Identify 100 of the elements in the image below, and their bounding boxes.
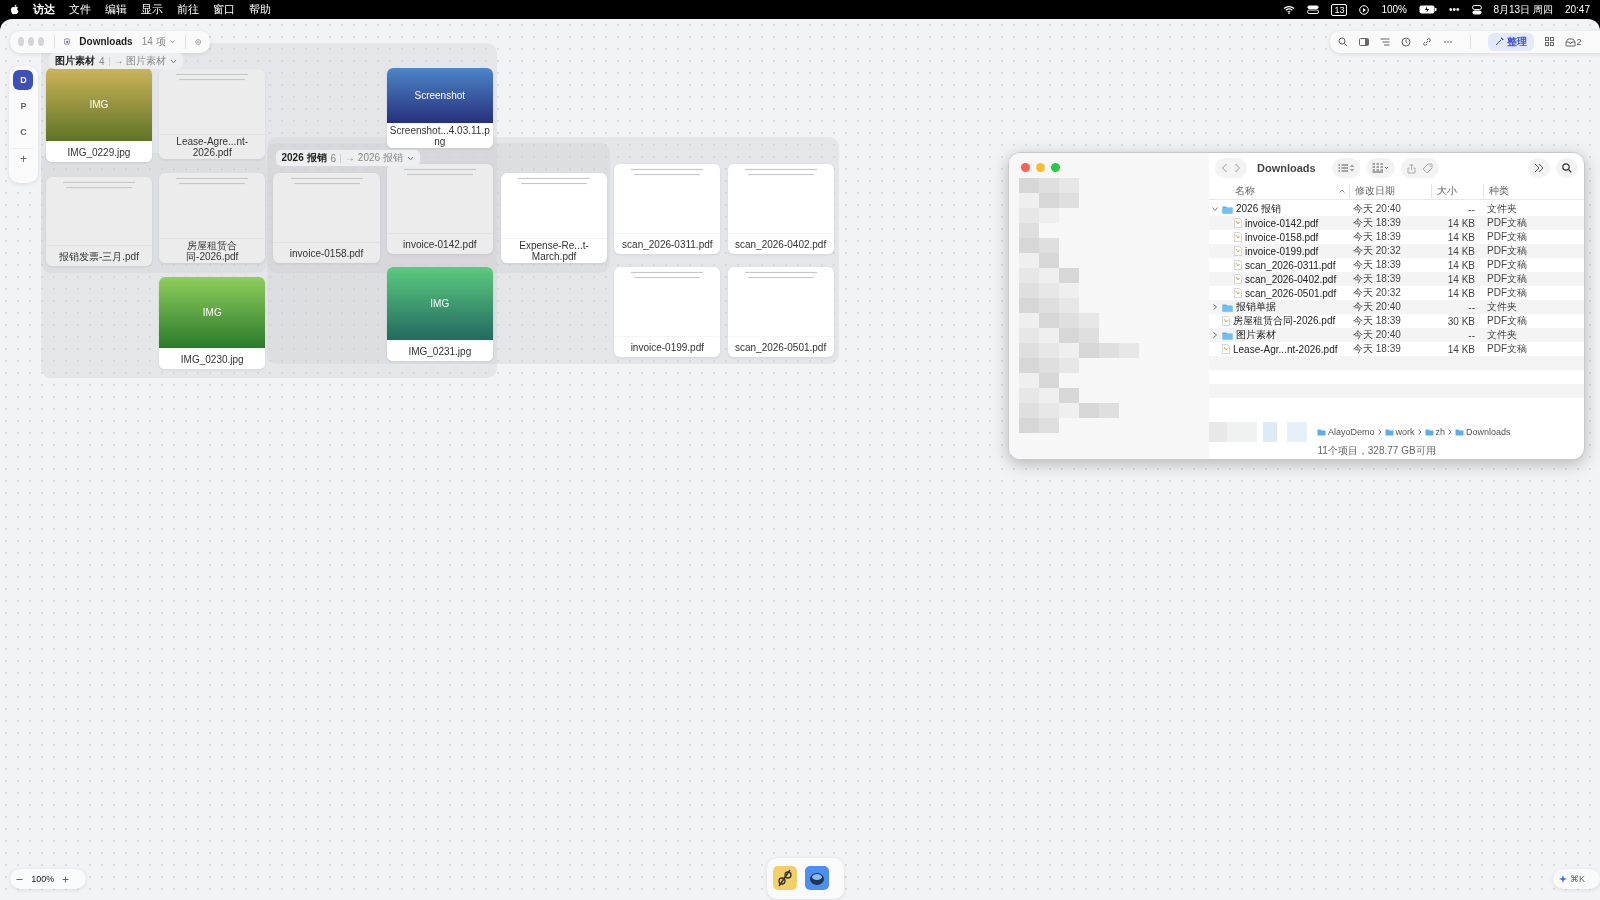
grid-icon: [1371, 163, 1389, 173]
group-count: 6: [330, 152, 337, 164]
file-row[interactable]: 房屋租赁合同-2026.pdf 今天 18:39 30 KB PDF文稿: [1209, 314, 1584, 328]
file-card[interactable]: invoice-0199.pdf: [614, 267, 721, 358]
workspace-tab[interactable]: C: [13, 122, 34, 143]
menu-item[interactable]: 前往: [177, 2, 199, 17]
document-icon: [1234, 274, 1242, 284]
file-card[interactable]: IMG IMG_0230.jpg: [159, 276, 266, 370]
file-card[interactable]: IMG IMG_0231.jpg: [386, 267, 493, 362]
file-name: invoice-0158.pdf: [273, 242, 380, 264]
chevron-down-icon[interactable]: [169, 39, 175, 45]
column-header[interactable]: 修改日期: [1349, 184, 1431, 198]
file-row[interactable]: 图片素材 今天 20:40 -- 文件夹: [1209, 328, 1584, 342]
inbox-button[interactable]: 2: [1564, 36, 1582, 47]
tray-icon: [1564, 36, 1576, 47]
file-row[interactable]: 报销单据 今天 20:40 -- 文件夹: [1209, 300, 1584, 314]
menu-clock[interactable]: 20:47: [1564, 4, 1590, 15]
organize-button[interactable]: 整理: [1487, 32, 1534, 51]
file-row[interactable]: 2026 报销 今天 20:40 -- 文件夹: [1209, 202, 1584, 216]
menu-item[interactable]: 窗口: [213, 2, 235, 17]
link-icon[interactable]: [1421, 36, 1432, 47]
file-card[interactable]: invoice-0142.pdf: [386, 164, 493, 255]
file-name: scan_2026-0311.pdf: [1245, 259, 1336, 271]
ai-shortcut[interactable]: ⌘K: [1553, 869, 1600, 889]
share-icon[interactable]: [1406, 162, 1416, 174]
path-item[interactable]: zh: [1424, 427, 1446, 437]
menu-item[interactable]: 显示: [141, 2, 163, 17]
file-card[interactable]: invoice-0158.pdf: [273, 173, 380, 264]
path-item[interactable]: Downloads: [1455, 427, 1511, 437]
more-icon[interactable]: •••: [1449, 4, 1460, 15]
path-item[interactable]: work: [1384, 427, 1415, 437]
chevron-down-icon[interactable]: [1212, 206, 1218, 212]
control-center-icon[interactable]: [1471, 4, 1482, 15]
search-button[interactable]: [1556, 158, 1578, 178]
settings-icon[interactable]: [195, 36, 202, 47]
wifi-icon[interactable]: [1283, 5, 1296, 14]
column-header[interactable]: 种类: [1483, 184, 1584, 198]
chevron-down-icon[interactable]: [170, 58, 178, 64]
search-icon: [1562, 163, 1572, 173]
battery-icon[interactable]: [1419, 5, 1437, 14]
menu-item[interactable]: 访达: [33, 2, 55, 17]
file-card[interactable]: Lease-Agre...nt-2026.pdf: [159, 69, 266, 160]
zoom-in-button[interactable]: [62, 875, 70, 883]
file-row[interactable]: Lease-Agr...nt-2026.pdf 今天 18:39 14 KB PDF文稿: [1209, 342, 1584, 356]
menu-item[interactable]: 帮助: [249, 2, 271, 17]
column-header[interactable]: 大小: [1431, 184, 1483, 198]
file-name: scan_2026-0402.pdf: [727, 233, 834, 255]
file-card[interactable]: 房屋租赁合同-2026.pdf: [159, 173, 266, 264]
size-cell-text: 30 KB: [1446, 315, 1476, 327]
file-name: IMG_0229.jpg: [45, 141, 152, 163]
calendar-icon[interactable]: 13: [1331, 3, 1348, 16]
menu-item[interactable]: 编辑: [105, 2, 127, 17]
path-label: Downloads: [1466, 427, 1511, 437]
file-card[interactable]: scan_2026-0311.pdf: [614, 164, 721, 255]
chevron-down-icon[interactable]: [406, 155, 414, 161]
file-row[interactable]: scan_2026-0402.pdf 今天 18:39 14 KB PDF文稿: [1209, 272, 1584, 286]
double-chevron-icon: [1534, 163, 1544, 173]
list-view-button[interactable]: [1331, 158, 1360, 178]
file-row[interactable]: invoice-0199.pdf 今天 20:32 14 KB PDF文稿: [1209, 244, 1584, 258]
file-row[interactable]: invoice-0142.pdf 今天 18:39 14 KB PDF文稿: [1209, 216, 1584, 230]
notes-glasses-app-icon[interactable]: [773, 866, 798, 891]
workspace-tab[interactable]: +: [13, 148, 34, 169]
play-icon[interactable]: [1359, 4, 1370, 15]
menu-date[interactable]: 8月13日 周四: [1493, 2, 1553, 17]
list-icon[interactable]: [1379, 36, 1390, 47]
file-card[interactable]: Expense-Re...t-March.pdf: [501, 173, 608, 264]
name-column-header[interactable]: 名称: [1209, 184, 1349, 198]
group-header[interactable]: 2026 报销 6 → 2026 报销: [275, 150, 420, 166]
size-cell-text: --: [1467, 329, 1476, 341]
grid-view-button[interactable]: [1365, 158, 1395, 178]
file-row[interactable]: scan_2026-0501.pdf 今天 20:32 14 KB PDF文稿: [1209, 286, 1584, 300]
kind-cell-text: PDF文稿: [1486, 258, 1528, 272]
file-card[interactable]: scan_2026-0501.pdf: [727, 267, 834, 358]
search-icon[interactable]: [1337, 36, 1348, 47]
file-card[interactable]: Screenshot Screenshot...4.03.11.png: [386, 68, 493, 148]
path-item[interactable]: AlayoDemo: [1317, 427, 1375, 437]
workspace-tab[interactable]: D: [13, 70, 34, 91]
chevron-right-icon[interactable]: [1212, 304, 1218, 310]
file-card[interactable]: 报销发票-三月.pdf: [45, 176, 152, 267]
chevron-right-icon[interactable]: [1212, 332, 1218, 338]
expand-button[interactable]: [1528, 158, 1550, 178]
file-row[interactable]: scan_2026-0311.pdf 今天 18:39 14 KB PDF文稿: [1209, 258, 1584, 272]
chevron-right-icon: [1377, 429, 1382, 435]
file-card[interactable]: scan_2026-0402.pdf: [727, 164, 834, 255]
tag-icon[interactable]: [1421, 162, 1433, 174]
file-card[interactable]: IMG IMG_0229.jpg: [45, 68, 152, 163]
date-cell-text: 今天 18:39: [1352, 216, 1402, 230]
zoom-level: 100%: [31, 874, 55, 885]
size-cell-text: 14 KB: [1446, 287, 1476, 299]
workspace-tab[interactable]: P: [13, 96, 34, 117]
grid-icon[interactable]: [1544, 37, 1554, 47]
menu-item[interactable]: 文件: [69, 2, 91, 17]
history-icon[interactable]: [1400, 36, 1411, 47]
apple-logo-icon[interactable]: [10, 4, 19, 15]
group-header[interactable]: 图片素材 4 → 图片素材: [48, 53, 184, 70]
sidebar-icon[interactable]: [1358, 36, 1369, 47]
file-row[interactable]: invoice-0158.pdf 今天 18:39 14 KB PDF文稿: [1209, 230, 1584, 244]
disk-app-icon[interactable]: [805, 866, 830, 891]
toggle-icon[interactable]: [1307, 5, 1320, 14]
kind-cell-text: PDF文稿: [1486, 314, 1528, 328]
